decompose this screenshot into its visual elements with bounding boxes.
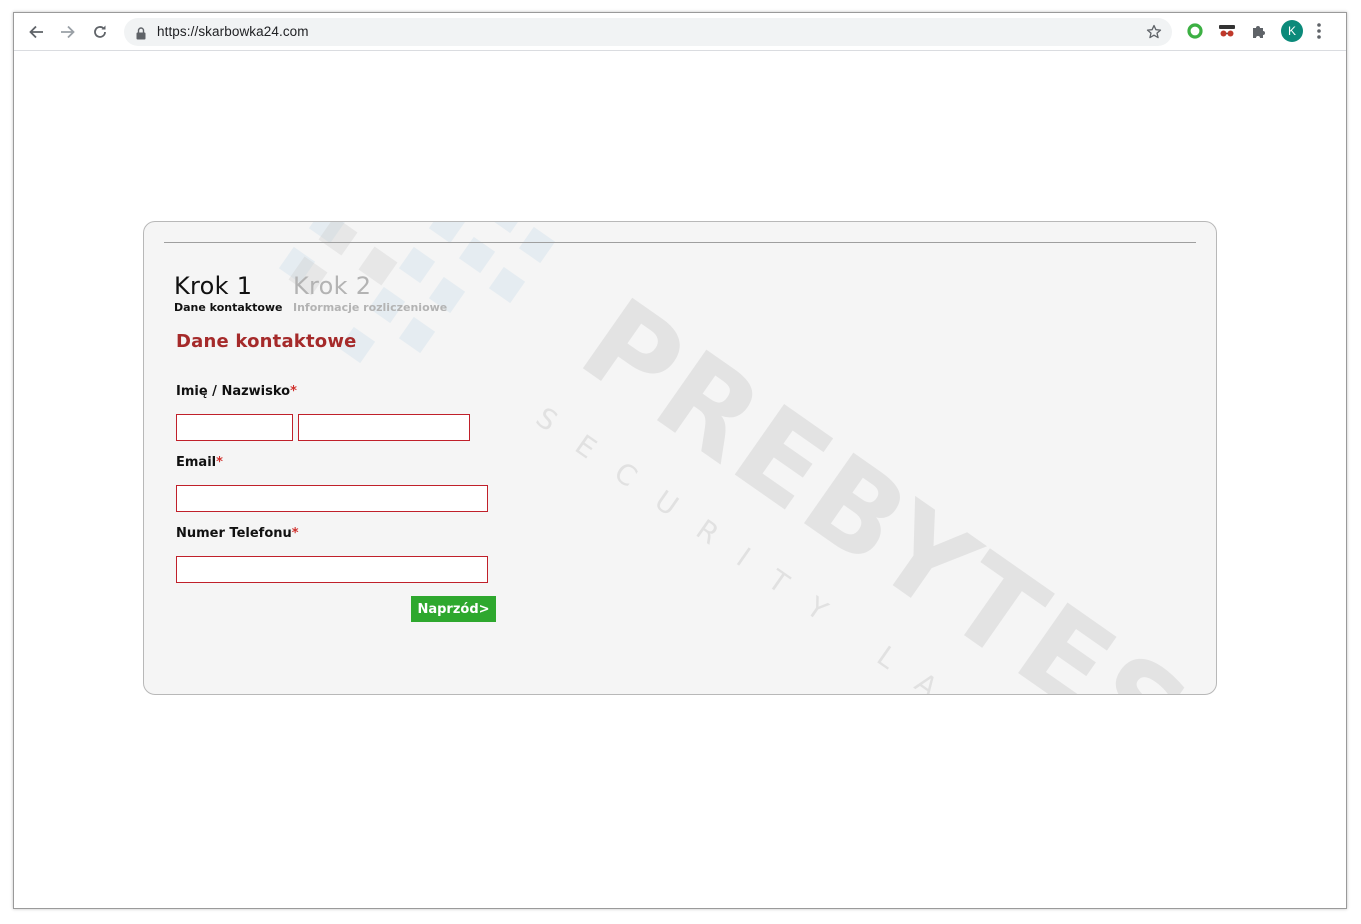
step-1-subtitle: Dane kontaktowe xyxy=(174,301,283,314)
section-title: Dane kontaktowe xyxy=(176,331,357,352)
url-text[interactable]: https://skarbowka24.com xyxy=(157,24,309,39)
last-name-input[interactable] xyxy=(298,414,470,441)
step-2-tab[interactable]: Krok 2 Informacje rozliczeniowe xyxy=(293,272,447,314)
step-1-title: Krok 1 xyxy=(174,272,253,300)
email-label-text: Email xyxy=(176,455,217,470)
first-name-input[interactable] xyxy=(176,414,293,441)
profile-avatar[interactable]: K xyxy=(1281,20,1303,42)
watermark-brand-text: PREBYTES xyxy=(558,272,1215,694)
required-marker: * xyxy=(291,526,299,541)
name-label: Imię / Nazwisko* xyxy=(176,384,297,399)
incognito-extension-icon[interactable] xyxy=(1217,21,1237,41)
next-button[interactable]: Naprzód> xyxy=(411,596,496,622)
phone-label: Numer Telefonu* xyxy=(176,526,299,541)
page-content: PREBYTES SECURITY LAYER Krok 1 Dane kont… xyxy=(14,51,1346,908)
browser-toolbar: https://skarbowka24.com K xyxy=(14,13,1346,51)
address-bar[interactable]: https://skarbowka24.com xyxy=(124,18,1172,46)
phone-input[interactable] xyxy=(176,556,488,583)
watermark-tagline-text: SECURITY LAYER xyxy=(530,401,1084,694)
required-marker: * xyxy=(216,455,223,470)
puzzle-extension-icon[interactable] xyxy=(1249,21,1269,41)
required-marker: * xyxy=(290,384,297,399)
browser-window: https://skarbowka24.com K PREBYTES SECUR… xyxy=(13,12,1347,909)
star-icon[interactable] xyxy=(1146,24,1162,44)
form-panel: PREBYTES SECURITY LAYER Krok 1 Dane kont… xyxy=(143,221,1217,695)
lock-icon[interactable] xyxy=(136,25,146,44)
email-input[interactable] xyxy=(176,485,488,512)
phone-label-text: Numer Telefonu xyxy=(176,526,292,541)
kebab-menu-icon[interactable] xyxy=(1316,22,1322,44)
back-icon[interactable] xyxy=(23,19,49,45)
name-label-text: Imię / Nazwisko xyxy=(176,384,291,399)
step-2-title: Krok 2 xyxy=(293,272,372,300)
email-label: Email* xyxy=(176,455,223,470)
green-ring-extension-icon[interactable] xyxy=(1185,21,1205,41)
reload-icon[interactable] xyxy=(87,19,113,45)
forward-icon[interactable] xyxy=(55,19,81,45)
step-1-tab[interactable]: Krok 1 Dane kontaktowe xyxy=(174,272,283,314)
step-2-subtitle: Informacje rozliczeniowe xyxy=(293,301,448,314)
panel-divider xyxy=(164,242,1196,243)
